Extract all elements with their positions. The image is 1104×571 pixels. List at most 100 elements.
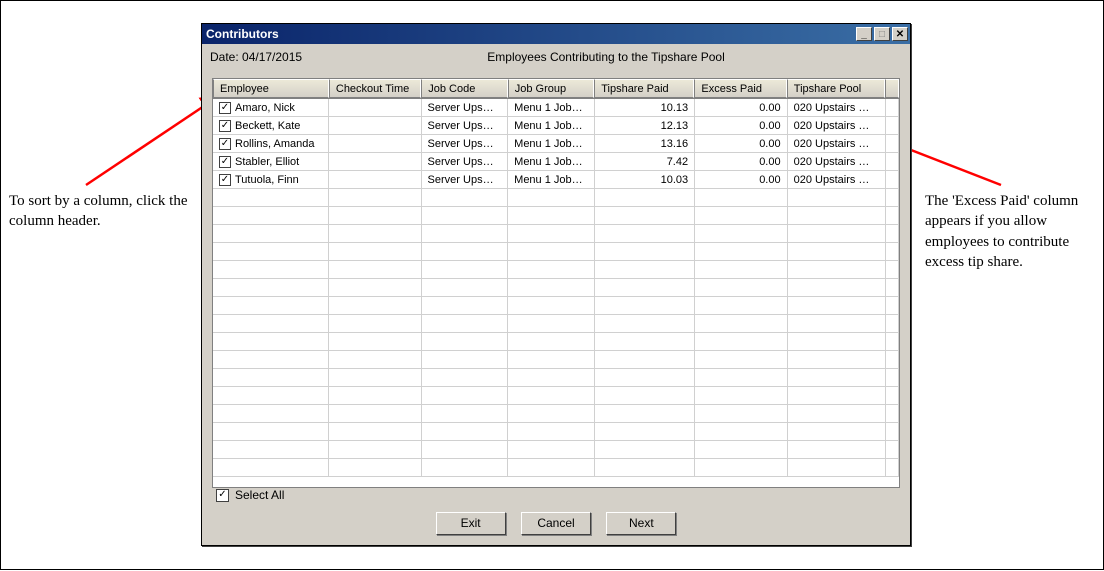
table-row <box>213 297 899 315</box>
column-header-excess-paid[interactable]: Excess Paid <box>694 79 786 98</box>
row-checkbox[interactable] <box>219 156 231 168</box>
table-row <box>213 189 899 207</box>
cell-employee[interactable]: Amaro, Nick <box>213 99 329 116</box>
contributors-grid: Employee Checkout Time Job Code Job Grou… <box>212 78 900 488</box>
cell-checkout <box>329 135 422 152</box>
cell-jobgroup: Menu 1 Job… <box>508 171 595 188</box>
title-bar: Contributors _ □ ✕ <box>202 24 910 44</box>
row-checkbox[interactable] <box>219 138 231 150</box>
select-all-row: Select All <box>216 488 896 502</box>
cell-employee[interactable]: Rollins, Amanda <box>213 135 329 152</box>
table-row[interactable]: Beckett, Kate Server Ups…Menu 1 Job…12.13… <box>213 117 899 135</box>
table-row <box>213 387 899 405</box>
date-label: Date: 04/17/2015 <box>210 50 410 64</box>
contributors-dialog: Contributors _ □ ✕ Date: 04/17/2015 Empl… <box>201 23 911 546</box>
table-row <box>213 459 899 477</box>
employee-name: Amaro, Nick <box>235 102 295 114</box>
cell-checkout <box>329 153 422 170</box>
column-header-spacer <box>885 79 899 98</box>
column-header-tipshare-paid[interactable]: Tipshare Paid <box>594 79 694 98</box>
cell-excess: 0.00 <box>695 153 788 170</box>
table-row <box>213 333 899 351</box>
cell-checkout <box>329 117 422 134</box>
cell-jobcode: Server Ups… <box>422 153 509 170</box>
cell-excess: 0.00 <box>695 117 788 134</box>
table-row <box>213 225 899 243</box>
employee-name: Rollins, Amanda <box>235 138 315 150</box>
cell-excess: 0.00 <box>695 99 788 116</box>
info-row: Date: 04/17/2015 Employees Contributing … <box>202 44 910 78</box>
cell-spacer <box>886 99 899 116</box>
table-row <box>213 207 899 225</box>
cell-tipshare: 10.13 <box>595 99 695 116</box>
table-row[interactable]: Amaro, Nick Server Ups…Menu 1 Job…10.130.… <box>213 99 899 117</box>
row-checkbox[interactable] <box>219 120 231 132</box>
column-header-job-group[interactable]: Job Group <box>508 79 594 98</box>
cell-jobcode: Server Ups… <box>422 171 509 188</box>
cell-tipshare: 10.03 <box>595 171 695 188</box>
table-row <box>213 279 899 297</box>
cell-employee[interactable]: Tutuola, Finn <box>213 171 329 188</box>
employee-name: Tutuola, Finn <box>235 174 299 186</box>
next-button[interactable]: Next <box>606 512 676 535</box>
maximize-button: □ <box>874 27 890 41</box>
cell-pool: 020 Upstairs … <box>788 135 886 152</box>
cell-jobcode: Server Ups… <box>422 117 509 134</box>
employee-name: Beckett, Kate <box>235 120 300 132</box>
table-row <box>213 405 899 423</box>
employee-name: Stabler, Elliot <box>235 156 299 168</box>
window-title: Contributors <box>206 27 856 41</box>
exit-button[interactable]: Exit <box>436 512 506 535</box>
cell-excess: 0.00 <box>695 171 788 188</box>
cell-pool: 020 Upstairs … <box>788 171 886 188</box>
cell-jobcode: Server Ups… <box>422 99 509 116</box>
cell-pool: 020 Upstairs … <box>788 117 886 134</box>
column-header-checkout-time[interactable]: Checkout Time <box>329 79 421 98</box>
column-header-job-code[interactable]: Job Code <box>421 79 507 98</box>
cell-tipshare: 12.13 <box>595 117 695 134</box>
table-row <box>213 441 899 459</box>
cell-employee[interactable]: Stabler, Elliot <box>213 153 329 170</box>
subtitle-label: Employees Contributing to the Tipshare P… <box>410 50 802 64</box>
cell-tipshare: 13.16 <box>595 135 695 152</box>
table-row <box>213 315 899 333</box>
column-header-tipshare-pool[interactable]: Tipshare Pool <box>787 79 885 98</box>
grid-header: Employee Checkout Time Job Code Job Grou… <box>213 79 899 99</box>
table-row <box>213 423 899 441</box>
cell-checkout <box>329 99 422 116</box>
cell-spacer <box>886 117 899 134</box>
column-header-employee[interactable]: Employee <box>213 79 329 98</box>
dialog-footer: Select All Exit Cancel Next <box>202 482 910 545</box>
cell-jobgroup: Menu 1 Job… <box>508 135 595 152</box>
select-all-checkbox[interactable] <box>216 489 229 502</box>
annotation-left: To sort by a column, click the column he… <box>9 191 189 232</box>
cell-spacer <box>886 171 899 188</box>
cancel-button[interactable]: Cancel <box>521 512 591 535</box>
cell-jobcode: Server Ups… <box>422 135 509 152</box>
row-checkbox[interactable] <box>219 174 231 186</box>
close-button[interactable]: ✕ <box>892 27 908 41</box>
table-row <box>213 261 899 279</box>
row-checkbox[interactable] <box>219 102 231 114</box>
select-all-label: Select All <box>235 488 284 502</box>
cell-jobgroup: Menu 1 Job… <box>508 117 595 134</box>
cell-excess: 0.00 <box>695 135 788 152</box>
cell-jobgroup: Menu 1 Job… <box>508 153 595 170</box>
table-row <box>213 243 899 261</box>
grid-body: Amaro, NickServer Ups…Menu 1 Job…10.130.… <box>213 99 899 487</box>
cell-employee[interactable]: Beckett, Kate <box>213 117 329 134</box>
cell-jobgroup: Menu 1 Job… <box>508 99 595 116</box>
table-row <box>213 369 899 387</box>
cell-pool: 020 Upstairs … <box>788 153 886 170</box>
cell-spacer <box>886 135 899 152</box>
cell-pool: 020 Upstairs … <box>788 99 886 116</box>
cell-spacer <box>886 153 899 170</box>
minimize-button[interactable]: _ <box>856 27 872 41</box>
cell-checkout <box>329 171 422 188</box>
table-row[interactable]: Stabler, Elliot Server Ups…Menu 1 Job…7.4… <box>213 153 899 171</box>
table-row <box>213 351 899 369</box>
table-row[interactable]: Rollins, Amanda Server Ups…Menu 1 Job…13.… <box>213 135 899 153</box>
table-row[interactable]: Tutuola, Finn Server Ups…Menu 1 Job…10.03… <box>213 171 899 189</box>
annotation-right: The 'Excess Paid' column appears if you … <box>925 191 1095 272</box>
cell-tipshare: 7.42 <box>595 153 695 170</box>
